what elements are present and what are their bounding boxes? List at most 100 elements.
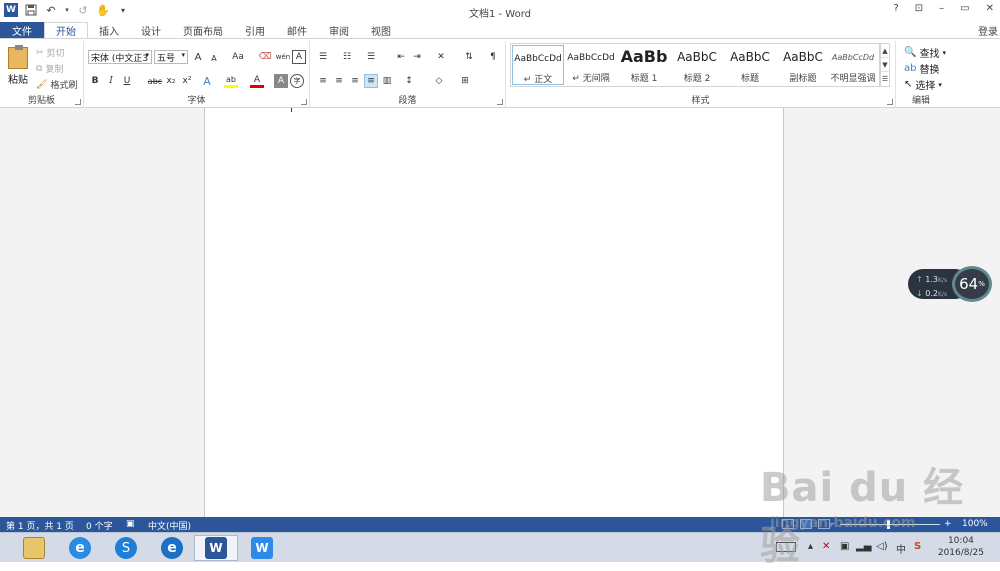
sogou-icon: S <box>115 537 137 559</box>
login-link[interactable]: 登录 <box>978 23 998 38</box>
increase-indent-icon[interactable]: ⇥ <box>410 50 424 64</box>
paragraph-group: ☰ ☷ ☰ ⇤ ⇥ ✕ ⇅ ¶ ≡ ≡ ≡ ≡ ▥ ↕ ◇ ⊞ 段落 <box>310 41 506 107</box>
search-icon: 🔍 <box>904 47 917 58</box>
tab-design[interactable]: 设计 <box>130 22 172 38</box>
brush-icon: 🖌 <box>36 79 48 90</box>
tab-file[interactable]: 文件 <box>0 22 44 38</box>
shading-icon[interactable]: ◇ <box>432 74 446 88</box>
style-subtle-emphasis[interactable]: AaBbCcDd 不明显强调 <box>827 45 879 85</box>
font-name-select[interactable]: 宋体 (中文正3 ▾ <box>88 50 152 64</box>
decrease-indent-icon[interactable]: ⇤ <box>394 50 408 64</box>
paste-button[interactable]: 粘贴 <box>8 71 28 86</box>
sort-icon[interactable]: ⇅ <box>462 50 476 64</box>
shrink-font-icon[interactable]: A <box>207 51 221 65</box>
align-left-icon[interactable]: ≡ <box>316 74 330 88</box>
style-heading-1[interactable]: AaBb 标题 1 <box>618 45 670 85</box>
ribbon-home: 粘贴 ✂ 剪切 ⧉ 复制 🖌 格式刷 剪贴板 宋体 (中文正3 ▾ 五号 ▾ A A Aa… <box>0 38 1000 108</box>
style-normal[interactable]: AaBbCcDd ↵ 正文 <box>512 45 564 85</box>
help-icon[interactable]: ? <box>893 3 898 14</box>
ribbon-tabs: 文件 开始 插入 设计 页面布局 引用 邮件 审阅 视图 <box>0 22 1000 38</box>
style-title[interactable]: AaBbC 标题 <box>724 45 776 85</box>
underline-button[interactable]: U <box>120 74 134 88</box>
word-count[interactable]: 0 个字 <box>86 519 113 532</box>
tab-insert[interactable]: 插入 <box>88 22 130 38</box>
phonetic-guide-icon[interactable]: wén <box>276 50 290 64</box>
tab-references[interactable]: 引用 <box>234 22 276 38</box>
taskbar-ie-alt[interactable]: e <box>150 535 194 561</box>
ribbon-display-options-icon[interactable]: ⊡ <box>915 3 923 14</box>
find-button[interactable]: 🔍 查找 ▾ <box>904 45 946 60</box>
show-hide-marks-icon[interactable]: ¶ <box>486 50 500 64</box>
justify-icon[interactable]: ≡ <box>364 74 378 88</box>
network-speed-widget[interactable]: ↑ 1.3K/s ↓ 0.2K/s 64% <box>908 266 996 302</box>
distributed-icon[interactable]: ▥ <box>380 74 394 88</box>
clear-formatting-icon[interactable]: ⌫ <box>258 50 272 64</box>
style-no-spacing[interactable]: AaBbCcDd ↵ 无间隔 <box>565 45 617 85</box>
tab-page-layout[interactable]: 页面布局 <box>172 22 234 38</box>
chevron-down-icon[interactable]: ▼ <box>881 58 889 72</box>
watermark-url: jingyan.baidu.com <box>770 515 916 531</box>
grow-font-icon[interactable]: A <box>191 50 205 64</box>
subscript-button[interactable]: x₂ <box>164 74 178 88</box>
numbering-icon[interactable]: ☷ <box>340 50 354 64</box>
upload-arrow-icon: ↑ <box>916 275 923 284</box>
tab-mailings[interactable]: 邮件 <box>276 22 318 38</box>
align-right-icon[interactable]: ≡ <box>348 74 362 88</box>
style-subtitle[interactable]: AaBbC 副标题 <box>777 45 829 85</box>
paste-icon[interactable] <box>8 45 28 69</box>
chevron-up-icon[interactable]: ▲ <box>881 44 889 58</box>
more-styles-icon[interactable]: ☰ <box>881 72 889 86</box>
font-launcher-icon[interactable] <box>301 99 307 105</box>
replace-button[interactable]: ab 替换 <box>904 61 939 76</box>
document-page[interactable] <box>204 108 784 517</box>
align-center-icon[interactable]: ≡ <box>332 74 346 88</box>
tab-review[interactable]: 审阅 <box>318 22 360 38</box>
highlight-icon[interactable]: ab <box>224 74 238 88</box>
memory-usage-gauge[interactable]: 64% <box>952 266 992 302</box>
proofing-icon[interactable]: ▣ <box>126 519 135 529</box>
line-spacing-icon[interactable]: ↕ <box>402 74 416 88</box>
character-shading-icon[interactable]: A <box>274 74 288 88</box>
close-icon[interactable]: ✕ <box>986 3 994 14</box>
enclose-characters-icon[interactable]: 字 <box>290 74 304 88</box>
character-border-icon[interactable]: A <box>292 50 306 64</box>
copy-button[interactable]: ⧉ 复制 <box>36 62 63 76</box>
multilevel-list-icon[interactable]: ☰ <box>364 50 378 64</box>
bullets-icon[interactable]: ☰ <box>316 50 330 64</box>
word-icon: W <box>205 537 227 559</box>
strikethrough-button[interactable]: abc <box>146 74 164 88</box>
styles-gallery: AaBbCcDd ↵ 正文 AaBbCcDd ↵ 无间隔 AaBb 标题 1 A… <box>510 43 880 87</box>
scissors-icon: ✂ <box>36 47 44 58</box>
change-case-icon[interactable]: Aa <box>228 50 248 64</box>
asian-layout-icon[interactable]: ✕ <box>434 50 448 64</box>
cursor-icon: ↖ <box>904 79 913 90</box>
styles-launcher-icon[interactable] <box>887 99 893 105</box>
superscript-button[interactable]: x² <box>180 74 194 88</box>
font-size-select[interactable]: 五号 ▾ <box>154 50 188 64</box>
font-color-icon[interactable]: A <box>250 74 264 88</box>
select-button[interactable]: ↖ 选择 ▾ <box>904 77 942 92</box>
font-group-label: 字体 <box>187 96 206 106</box>
style-heading-2[interactable]: AaBbC 标题 2 <box>671 45 723 85</box>
page-count[interactable]: 第 1 页，共 1 页 <box>6 519 74 532</box>
taskbar-word[interactable]: W <box>194 535 238 561</box>
taskbar-file-explorer[interactable] <box>12 535 56 561</box>
clipboard-launcher-icon[interactable] <box>75 99 81 105</box>
italic-button[interactable]: I <box>104 74 118 88</box>
paragraph-launcher-icon[interactable] <box>497 99 503 105</box>
tab-view[interactable]: 视图 <box>360 22 402 38</box>
clipboard-group: 粘贴 ✂ 剪切 ⧉ 复制 🖌 格式刷 剪贴板 <box>0 41 84 107</box>
taskbar-ie[interactable]: e <box>58 535 102 561</box>
taskbar-sogou[interactable]: S <box>104 535 148 561</box>
borders-icon[interactable]: ⊞ <box>458 74 472 88</box>
minimize-icon[interactable]: – <box>939 3 944 14</box>
format-painter-button[interactable]: 🖌 格式刷 <box>36 78 77 92</box>
restore-icon[interactable]: ▭ <box>960 3 969 14</box>
taskbar-wps[interactable]: W <box>240 535 284 561</box>
bold-button[interactable]: B <box>88 74 102 88</box>
text-effects-icon[interactable]: A <box>200 74 214 88</box>
tab-home[interactable]: 开始 <box>44 22 88 38</box>
styles-scroll: ▲ ▼ ☰ <box>880 43 890 87</box>
language-indicator[interactable]: 中文(中国) <box>148 519 191 532</box>
cut-button[interactable]: ✂ 剪切 <box>36 46 65 60</box>
